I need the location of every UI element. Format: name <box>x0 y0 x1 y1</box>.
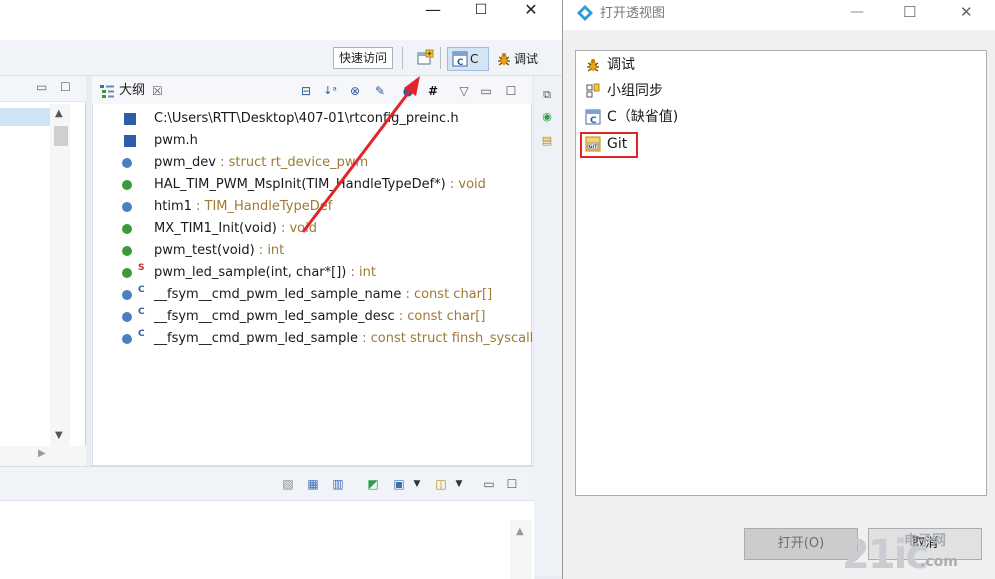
bug-icon <box>585 57 601 73</box>
pin-console-icon[interactable]: ◩ <box>365 476 381 492</box>
open-button[interactable]: 打开(O) <box>744 528 858 560</box>
scrollbar-thumb[interactable] <box>54 126 68 146</box>
selected-tree-row[interactable] <box>0 108 50 126</box>
team-sync-icon <box>585 83 601 99</box>
notes-icon[interactable]: ▤ <box>540 134 554 148</box>
const-variable-icon <box>122 290 132 300</box>
group-includes-icon[interactable]: # <box>425 83 441 99</box>
maximize-view-icon[interactable]: ☐ <box>60 80 71 94</box>
outline-tree: C:\Users\RTT\Desktop\407-01\rtconfig_pre… <box>122 108 533 350</box>
hide-fields-icon[interactable]: ⊗ <box>347 83 363 99</box>
side-trim-bar <box>534 76 562 576</box>
clear-console-icon[interactable]: ▧ <box>280 476 296 492</box>
function-icon <box>122 224 132 234</box>
watermark-suffix: .com <box>920 554 958 570</box>
scroll-right-icon[interactable]: ▶ <box>38 448 46 459</box>
git-highlight-box <box>580 132 638 158</box>
chevron-down-icon[interactable]: ▼ <box>409 476 425 492</box>
outline-tab-label: 大纲 <box>119 83 146 98</box>
minimize-button[interactable]: — <box>410 2 456 24</box>
include-icon <box>124 135 136 147</box>
function-icon <box>122 180 132 190</box>
debug-perspective-button[interactable]: 调试 <box>494 47 550 71</box>
scroll-lock-icon[interactable]: ▦ <box>305 476 321 492</box>
sort-icon[interactable]: ↓ᵃ <box>322 83 338 99</box>
debug-perspective-label: 调试 <box>514 52 539 66</box>
c-perspective-label: C <box>470 52 479 66</box>
const-variable-icon <box>122 312 132 322</box>
close-tab-icon[interactable]: ☒ <box>152 80 163 102</box>
tree-row[interactable]: C __fsym__cmd_pwm_led_sample_desc : const… <box>122 306 532 328</box>
dialog-title: 打开透视图 <box>600 6 666 21</box>
minimize-view-icon[interactable]: ▭ <box>36 80 47 94</box>
open-perspective-icon[interactable] <box>416 49 434 67</box>
tree-row[interactable]: C __fsym__cmd_pwm_led_sample_name : const… <box>122 284 532 306</box>
console-view <box>0 500 534 579</box>
maximize-view-icon[interactable]: ☐ <box>504 476 520 492</box>
static-function-icon <box>122 268 132 278</box>
perspective-item-c-default[interactable]: C C（缺省值) <box>585 106 678 128</box>
screen: — ☐ ✕ 快速访问 C C 调试 ▭ ☐ ▲ ▼ ▶ 大纲 ☒ ⊟ ↓ᵃ ⊗ <box>0 0 995 579</box>
word-wrap-icon[interactable]: ▥ <box>330 476 346 492</box>
bug-icon <box>496 51 512 67</box>
dialog-close-button[interactable]: ✕ <box>960 3 973 21</box>
project-explorer-panel <box>0 76 86 466</box>
toolbar-separator <box>440 47 441 69</box>
toolbar-separator <box>402 47 403 69</box>
tree-row[interactable]: pwm_dev : struct rt_device_pwm <box>122 152 532 174</box>
tree-row[interactable]: htim1 : TIM_HandleTypeDef <box>122 196 532 218</box>
scroll-up-icon[interactable]: ▲ <box>516 526 524 537</box>
svg-text:C: C <box>590 116 597 125</box>
tree-row[interactable]: C:\Users\RTT\Desktop\407-01\rtconfig_pre… <box>124 108 532 130</box>
minimize-view-icon[interactable]: ▭ <box>481 476 497 492</box>
dialog-maximize-button[interactable]: ☐ <box>903 3 916 21</box>
close-button[interactable]: ✕ <box>508 2 554 24</box>
chevron-down-icon[interactable]: ▼ <box>451 476 467 492</box>
svg-text:C: C <box>457 58 464 67</box>
hide-static-icon[interactable]: ✎ <box>372 83 388 99</box>
dialog-minimize-button[interactable]: — <box>850 4 864 20</box>
variable-icon <box>122 202 132 212</box>
quick-access-field[interactable]: 快速访问 <box>333 47 393 69</box>
c-perspective-icon: C <box>585 109 601 126</box>
restore-button[interactable]: ☐ <box>458 2 504 24</box>
tree-row[interactable]: HAL_TIM_PWM_MspInit(TIM_HandleTypeDef*) … <box>122 174 532 196</box>
tree-row[interactable]: Spwm_led_sample(int, char*[]) : int <box>122 262 532 284</box>
view-menu-icon[interactable]: ▽ <box>456 83 472 99</box>
tree-row[interactable]: MX_TIM1_Init(void) : void <box>122 218 532 240</box>
perspective-item-label: 调试 <box>607 57 635 73</box>
perspective-item-label: C（缺省值) <box>607 109 679 125</box>
watermark-text: 电子网 <box>904 533 946 549</box>
c-perspective-button[interactable]: C C <box>447 47 489 71</box>
maximize-view-icon[interactable]: ☐ <box>503 83 519 99</box>
vertical-scrollbar[interactable] <box>50 104 70 446</box>
include-icon <box>124 113 136 125</box>
perspective-item-team-sync[interactable]: 小组同步 <box>585 80 663 102</box>
tree-row[interactable]: C __fsym__cmd_pwm_led_sample : const stru… <box>122 328 533 350</box>
perspective-item-label: 小组同步 <box>607 83 663 99</box>
variable-icon <box>122 158 132 168</box>
tree-row[interactable]: pwm_test(void) : int <box>122 240 532 262</box>
function-icon <box>122 246 132 256</box>
app-logo-icon <box>576 4 594 22</box>
perspective-item-debug[interactable]: 调试 <box>585 54 635 76</box>
const-variable-icon <box>122 334 132 344</box>
collapse-all-icon[interactable]: ⊟ <box>298 83 314 99</box>
minimize-view-icon[interactable]: ▭ <box>478 83 494 99</box>
outline-icon <box>99 83 115 99</box>
open-console-icon[interactable]: ◫ <box>433 476 449 492</box>
display-console-icon[interactable]: ▣ <box>391 476 407 492</box>
target-icon[interactable]: ◉ <box>540 110 554 124</box>
tree-row[interactable]: pwm.h <box>124 130 532 152</box>
scroll-down-icon[interactable]: ▼ <box>55 430 63 441</box>
scroll-up-icon[interactable]: ▲ <box>55 108 63 119</box>
hide-nonpublic-icon[interactable]: ● <box>400 83 416 99</box>
c-perspective-icon: C <box>452 51 468 68</box>
restore-view-icon[interactable]: ⧉ <box>540 88 554 102</box>
